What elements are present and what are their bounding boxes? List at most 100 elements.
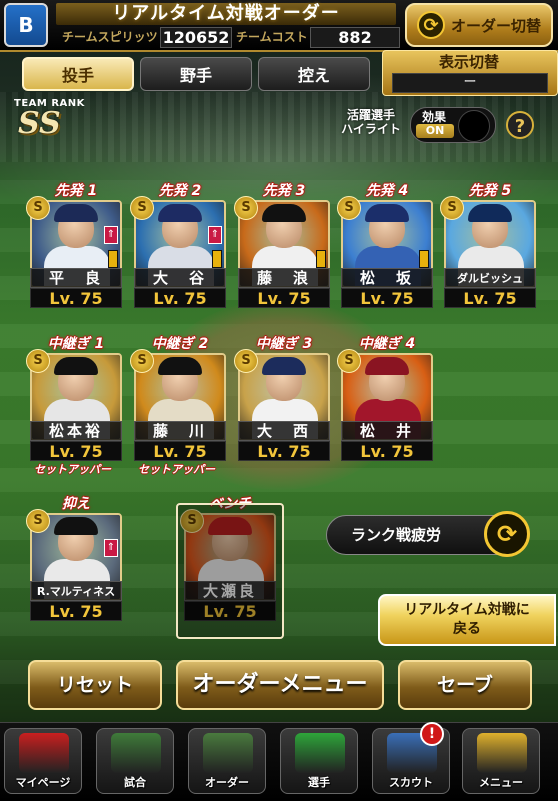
slot-label: 中継ぎ 3 (255, 336, 313, 352)
nav-mypage[interactable]: マイページ (4, 728, 82, 794)
notification-badge: ! (420, 722, 444, 746)
player-level: Lv. 75 (134, 441, 226, 461)
player-name: 大 谷 (134, 268, 226, 288)
player-level: Lv. 75 (341, 441, 433, 461)
highlight-label: 活躍選手 ハイライト (336, 108, 406, 136)
refresh-icon[interactable]: ⟳ (484, 511, 530, 557)
tab-pitcher[interactable]: 投手 (22, 57, 134, 91)
s-rank-badge-icon: S (130, 196, 154, 220)
condition-indicator (212, 250, 222, 268)
reset-button[interactable]: リセット (28, 660, 162, 710)
player-name: 藤 浪 (238, 268, 330, 288)
slot-label: 中継ぎ 1 (47, 336, 105, 352)
stadium-icon (111, 733, 161, 773)
cycle-icon: ⟳ (416, 11, 445, 39)
nav-stadium[interactable]: 試合 (96, 728, 174, 794)
nav-label: マイページ (15, 776, 71, 789)
team-spirit-value: 120652 (160, 27, 232, 48)
player-cap (158, 204, 202, 222)
team-cost-value: 882 (310, 27, 400, 48)
player-cap (158, 357, 202, 375)
bench-frame (176, 503, 284, 639)
s-rank-badge-icon: S (440, 196, 464, 220)
realtime-back-line1: リアルタイム対戦に (404, 602, 530, 618)
player-level: Lv. 75 (341, 288, 433, 308)
condition-indicator (108, 250, 118, 268)
order-icon (203, 733, 253, 773)
realtime-back-line2: 戻る (453, 621, 481, 637)
s-rank-badge-icon: S (130, 349, 154, 373)
player-cap (468, 204, 512, 222)
player-cap (54, 204, 98, 222)
player-role: セットアッパー (138, 463, 215, 476)
s-rank-badge-icon: S (234, 196, 258, 220)
mypage-icon (19, 733, 69, 773)
player-role: セットアッパー (34, 463, 111, 476)
s-rank-badge-icon: S (26, 509, 50, 533)
highlight-label-line2: ハイライト (341, 122, 401, 136)
effect-toggle-title: 効果 (422, 110, 447, 124)
condition-indicator (316, 250, 326, 268)
player-name: 大 西 (238, 421, 330, 441)
player-icon (295, 733, 345, 773)
player-cap (262, 204, 306, 222)
team-rank-value: SS (18, 106, 61, 141)
player-cap (365, 357, 409, 375)
help-icon[interactable]: ? (506, 111, 534, 139)
condition-arrow-icon: ⇑ (104, 539, 118, 557)
player-name: 松 井 (341, 421, 433, 441)
player-name: 松本裕 (30, 421, 122, 441)
nav-label: メニュー (479, 776, 523, 789)
nav-label: オーダー (205, 776, 249, 789)
player-level: Lv. 75 (238, 288, 330, 308)
player-name: 松 坂 (341, 268, 433, 288)
team-logo: B (4, 3, 48, 47)
player-level: Lv. 75 (30, 441, 122, 461)
condition-indicator (419, 250, 429, 268)
player-name: 平 良 (30, 268, 122, 288)
slot-label: 先発 4 (365, 183, 409, 199)
player-level: Lv. 75 (134, 288, 226, 308)
condition-arrow-icon: ⇑ (104, 226, 118, 244)
effect-toggle-state: ON (416, 124, 454, 138)
s-rank-badge-icon: S (337, 349, 361, 373)
s-rank-badge-icon: S (234, 349, 258, 373)
order-switch-button[interactable]: ⟳ オーダー切替 (405, 3, 553, 47)
tab-reserve[interactable]: 控え (258, 57, 370, 91)
player-name: R.マルティネス (30, 581, 122, 601)
condition-arrow-icon: ⇑ (208, 226, 222, 244)
player-level: Lv. 75 (238, 441, 330, 461)
nav-label: スカウト (389, 776, 433, 789)
player-level: Lv. 75 (444, 288, 536, 308)
nav-label: 選手 (308, 776, 330, 789)
nav-order[interactable]: オーダー (188, 728, 266, 794)
s-rank-badge-icon: S (26, 349, 50, 373)
nav-menu[interactable]: メニュー (462, 728, 540, 794)
player-cap (54, 517, 98, 535)
player-cap (262, 357, 306, 375)
slot-label: 先発 3 (262, 183, 306, 199)
team-cost-label: チームコスト (236, 30, 308, 44)
save-button[interactable]: セーブ (398, 660, 532, 710)
slot-label: 抑え (62, 496, 90, 512)
highlight-label-line1: 活躍選手 (346, 108, 395, 122)
slot-label: 中継ぎ 2 (151, 336, 209, 352)
tab-fielder[interactable]: 野手 (140, 57, 252, 91)
effect-toggle-knob[interactable] (458, 110, 490, 142)
page-title: リアルタイム対戦オーダー (56, 3, 396, 25)
nav-label: 試合 (124, 776, 146, 789)
display-switch-value[interactable]: ー (392, 73, 548, 93)
player-name: ダルビッシュ (444, 268, 536, 288)
player-name: 藤 川 (134, 421, 226, 441)
player-cap (365, 204, 409, 222)
nav-player[interactable]: 選手 (280, 728, 358, 794)
order-switch-label: オーダー切替 (450, 16, 541, 35)
s-rank-badge-icon: S (337, 196, 361, 220)
slot-label: 先発 5 (468, 183, 512, 199)
player-cap (54, 357, 98, 375)
realtime-back-button[interactable]: リアルタイム対戦に 戻る (378, 594, 556, 646)
menu-icon (477, 733, 527, 773)
order-menu-button[interactable]: オーダーメニュー (176, 660, 384, 710)
team-spirit-label: チームスピリッツ (62, 30, 158, 44)
display-switch-title: 表示切替 (438, 53, 499, 71)
